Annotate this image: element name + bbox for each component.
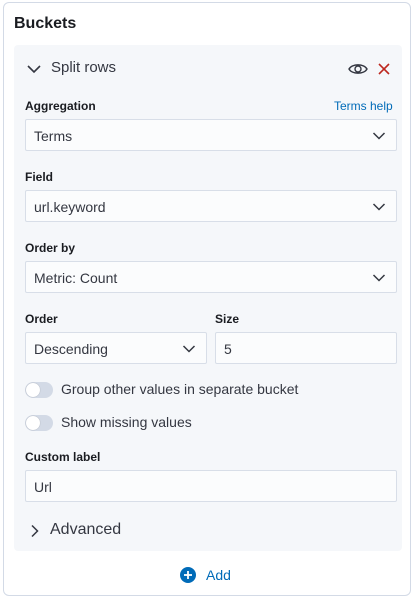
plus-circle-icon	[180, 567, 196, 583]
group-other-toggle[interactable]	[25, 382, 53, 398]
size-value: 5	[224, 341, 232, 357]
eye-icon[interactable]	[348, 60, 368, 78]
buckets-panel: Buckets Split rows Aggregation Terms hel…	[3, 2, 411, 596]
field-value: url.keyword	[34, 199, 106, 215]
split-rows-label: Split rows	[51, 59, 117, 76]
order-by-value: Metric: Count	[34, 270, 118, 286]
custom-label-value: Url	[34, 479, 52, 495]
chevron-down-icon[interactable]	[26, 61, 42, 77]
add-label: Add	[206, 567, 231, 583]
chevron-down-icon	[372, 132, 386, 140]
order-value: Descending	[34, 341, 108, 357]
advanced-toggle[interactable]: Advanced	[28, 521, 228, 541]
field-label: Field	[25, 170, 54, 184]
aggregation-select[interactable]: Terms	[25, 119, 397, 151]
close-icon[interactable]	[376, 61, 392, 77]
custom-label-label: Custom label	[25, 450, 101, 464]
chevron-down-icon	[372, 203, 386, 211]
toggle-knob	[26, 383, 40, 397]
aggregation-label: Aggregation	[25, 99, 96, 113]
custom-label-input[interactable]: Url	[25, 470, 397, 502]
panel-title: Buckets	[14, 15, 77, 32]
field-select[interactable]: url.keyword	[25, 190, 397, 222]
order-by-label: Order by	[25, 241, 76, 255]
aggregation-value: Terms	[34, 128, 73, 144]
toggle-knob	[26, 416, 40, 430]
order-by-select[interactable]: Metric: Count	[25, 261, 397, 293]
size-input[interactable]: 5	[215, 332, 397, 364]
split-rows-section: Split rows Aggregation Terms help Terms …	[14, 45, 402, 551]
chevron-right-icon	[31, 524, 39, 538]
advanced-label: Advanced	[50, 521, 122, 538]
order-label: Order	[25, 312, 58, 326]
add-button[interactable]: Add	[180, 565, 250, 587]
show-missing-label: Show missing values	[61, 414, 192, 430]
chevron-down-icon	[182, 345, 196, 353]
show-missing-toggle[interactable]	[25, 415, 53, 431]
group-other-label: Group other values in separate bucket	[61, 381, 299, 397]
order-select[interactable]: Descending	[25, 332, 207, 364]
split-rows-header: Split rows	[26, 59, 390, 79]
chevron-down-icon	[372, 274, 386, 282]
size-label: Size	[215, 312, 240, 326]
terms-help-link[interactable]: Terms help	[334, 99, 393, 113]
